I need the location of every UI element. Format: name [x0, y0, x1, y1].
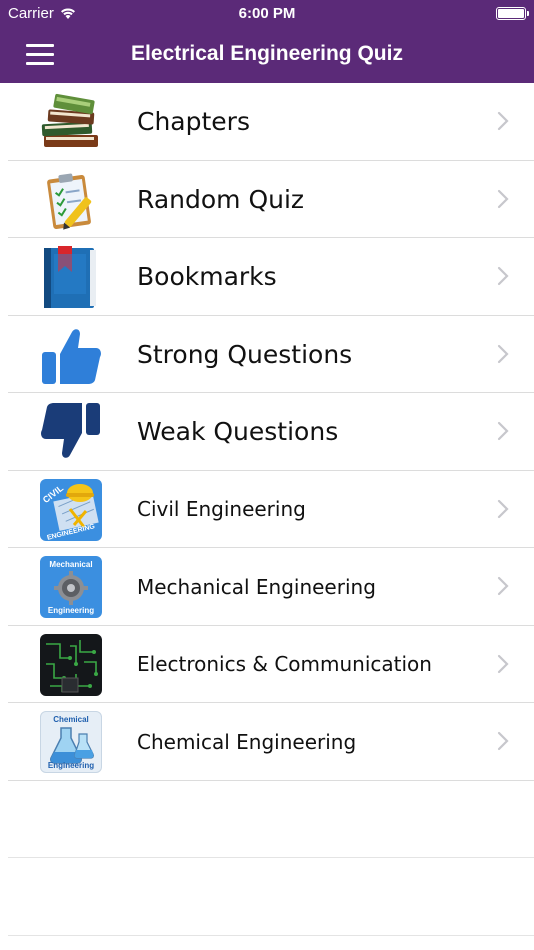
nav-bar: Electrical Engineering Quiz: [0, 28, 534, 83]
menu-item-label: Random Quiz: [137, 184, 305, 214]
menu-item-chapters[interactable]: Chapters: [0, 83, 534, 161]
menu-item-label: Chapters: [137, 107, 250, 136]
chemical-engineering-icon: Chemical Engineering: [40, 711, 102, 773]
menu-item-label: Electronics & Communication: [137, 652, 432, 676]
empty-row: [0, 781, 534, 859]
empty-row: [0, 858, 534, 936]
thumbs-down-icon: [41, 403, 100, 458]
menu-item-chemical-engineering[interactable]: Chemical Engineering Chemical Engineerin…: [0, 703, 534, 781]
status-bar: Carrier 6:00 PM: [0, 0, 534, 28]
chevron-right-icon: [497, 344, 509, 363]
menu-item-bookmarks[interactable]: Bookmarks: [0, 238, 534, 316]
menu-item-mechanical-engineering[interactable]: Mechanical Engineering Mechanical Engine…: [0, 548, 534, 626]
books-icon: [41, 93, 98, 147]
civil-engineering-icon: CIVIL ENGINEERING: [40, 478, 102, 541]
chevron-right-icon: [497, 189, 509, 208]
thumbs-up-icon: [42, 328, 101, 384]
chevron-right-icon: [497, 654, 509, 673]
menu-item-strong-questions[interactable]: Strong Questions: [0, 316, 534, 394]
menu-item-random-quiz[interactable]: Random Quiz: [0, 161, 534, 239]
menu-item-label: Civil Engineering: [137, 497, 306, 521]
menu-item-electronics-communication[interactable]: Electronics & Communication: [0, 626, 534, 704]
chevron-right-icon: [497, 111, 509, 131]
icon-caption: Engineering: [47, 606, 95, 615]
chevron-right-icon: [497, 266, 509, 286]
mechanical-engineering-icon: Mechanical Engineering: [40, 556, 102, 618]
chevron-right-icon: [497, 499, 509, 518]
icon-caption: Engineering: [47, 761, 95, 770]
menu-item-label: Chemical Engineering: [137, 729, 357, 754]
chevron-right-icon: [497, 576, 509, 596]
menu-item-civil-engineering[interactable]: CIVIL ENGINEERING Civil Engineering: [0, 471, 534, 549]
battery-icon: [496, 7, 529, 20]
page-title: Electrical Engineering Quiz: [131, 42, 403, 65]
circuit-board-icon: [40, 633, 102, 696]
menu-item-label: Weak Questions: [137, 417, 339, 446]
status-time: 6:00 PM: [238, 5, 296, 22]
chevron-right-icon: [497, 731, 509, 751]
menu-item-weak-questions[interactable]: Weak Questions: [0, 393, 534, 471]
menu-list: Chapters Random Quiz Bookmarks Strong Qu…: [0, 83, 534, 936]
clipboard-pencil-icon: [47, 173, 92, 230]
bookmark-book-icon: [44, 246, 96, 308]
chevron-right-icon: [497, 421, 509, 441]
menu-item-label: Strong Questions: [137, 339, 353, 369]
menu-item-label: Mechanical Engineering: [137, 574, 376, 599]
menu-item-label: Bookmarks: [137, 262, 277, 291]
